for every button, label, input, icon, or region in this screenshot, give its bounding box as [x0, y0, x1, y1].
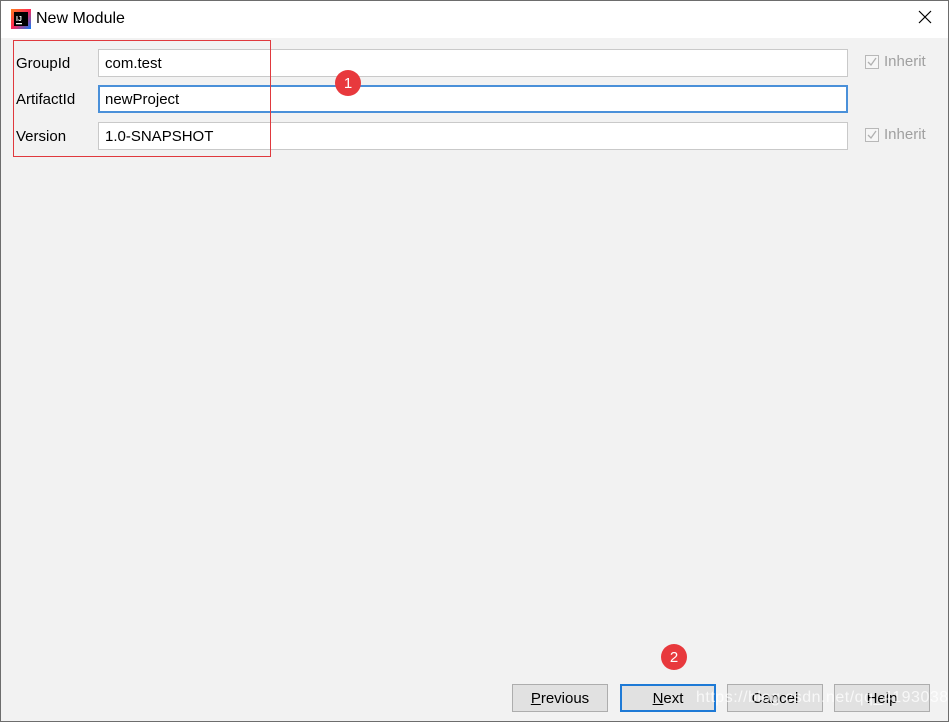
groupid-label: GroupId — [16, 55, 71, 72]
groupid-row: GroupId Inherit — [1, 49, 948, 79]
checkbox-checked-icon — [865, 54, 879, 69]
previous-mnemonic: P — [530, 689, 541, 707]
new-module-dialog: IJ New Module GroupId Inherit ArtifactId… — [0, 0, 949, 722]
close-icon — [918, 10, 932, 29]
window-title: New Module — [36, 10, 125, 27]
artifactid-row: ArtifactId — [1, 85, 948, 115]
version-label: Version — [16, 128, 67, 145]
groupid-inherit-label: Inherit — [884, 53, 926, 70]
title-bar: IJ New Module — [1, 1, 948, 38]
annotation-marker-2: 2 — [661, 644, 687, 670]
previous-button[interactable]: Previous — [512, 684, 608, 712]
svg-text:IJ: IJ — [16, 16, 22, 23]
version-input[interactable] — [98, 122, 848, 150]
groupid-input[interactable] — [98, 49, 848, 77]
intellij-idea-icon: IJ — [11, 9, 31, 29]
cancel-button[interactable]: Cancel — [727, 684, 823, 712]
next-button[interactable]: Next — [620, 684, 716, 712]
next-label: ext — [663, 689, 684, 707]
help-button[interactable]: Help — [834, 684, 930, 712]
previous-label: revious — [540, 689, 590, 707]
groupid-inherit-checkbox[interactable]: Inherit — [865, 53, 926, 70]
artifactid-label: ArtifactId — [16, 91, 76, 108]
artifactid-input[interactable] — [98, 85, 848, 113]
annotation-marker-1: 1 — [335, 70, 361, 96]
close-button[interactable] — [902, 1, 948, 38]
version-row: Version Inherit — [1, 122, 948, 152]
next-mnemonic: N — [652, 689, 664, 707]
version-inherit-label: Inherit — [884, 126, 926, 143]
version-inherit-checkbox[interactable]: Inherit — [865, 126, 926, 143]
checkbox-checked-icon — [865, 127, 879, 142]
